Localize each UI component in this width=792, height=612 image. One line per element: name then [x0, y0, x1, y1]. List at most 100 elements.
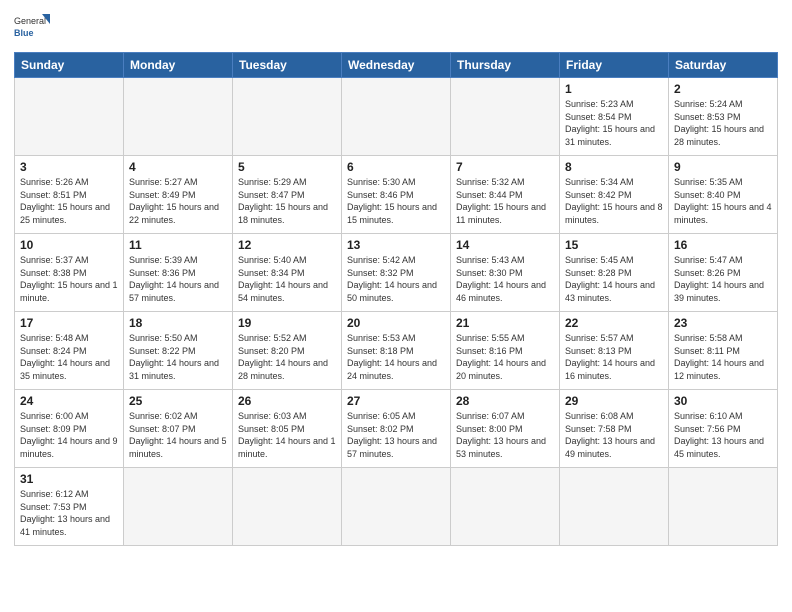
calendar-cell: 24 Sunrise: 6:00 AM Sunset: 8:09 PM Dayli…	[15, 390, 124, 468]
calendar-cell: 29Sunrise: 6:08 AM Sunset: 7:58 PM Dayli…	[560, 390, 669, 468]
calendar-header-row: SundayMondayTuesdayWednesdayThursdayFrid…	[15, 53, 778, 78]
day-header-friday: Friday	[560, 53, 669, 78]
calendar-cell	[669, 468, 778, 546]
day-number: 27	[347, 394, 445, 408]
day-header-wednesday: Wednesday	[342, 53, 451, 78]
day-info: Sunrise: 6:00 AM Sunset: 8:09 PM Dayligh…	[20, 410, 118, 460]
day-number: 28	[456, 394, 554, 408]
day-number: 17	[20, 316, 118, 330]
calendar-cell: 20 Sunrise: 5:53 AM Sunset: 8:18 PM Dayli…	[342, 312, 451, 390]
calendar-cell: 28 Sunrise: 6:07 AM Sunset: 8:00 PM Dayli…	[451, 390, 560, 468]
day-info: Sunrise: 5:35 AM Sunset: 8:40 PM Dayligh…	[674, 176, 772, 226]
day-number: 5	[238, 160, 336, 174]
calendar-cell: 4 Sunrise: 5:27 AM Sunset: 8:49 PM Daylig…	[124, 156, 233, 234]
day-number: 19	[238, 316, 336, 330]
calendar-week-row: 24 Sunrise: 6:00 AM Sunset: 8:09 PM Dayli…	[15, 390, 778, 468]
day-info: Sunrise: 5:34 AM Sunset: 8:42 PM Dayligh…	[565, 176, 663, 226]
day-info: Sunrise: 5:57 AM Sunset: 8:13 PM Dayligh…	[565, 332, 663, 382]
day-info: Sunrise: 5:43 AM Sunset: 8:30 PM Dayligh…	[456, 254, 554, 304]
calendar-cell	[451, 78, 560, 156]
day-number: 21	[456, 316, 554, 330]
day-number: 26	[238, 394, 336, 408]
day-info: Sunrise: 5:23 AM Sunset: 8:54 PM Dayligh…	[565, 98, 663, 148]
day-number: 15	[565, 238, 663, 252]
calendar-cell: 5Sunrise: 5:29 AM Sunset: 8:47 PM Daylig…	[233, 156, 342, 234]
svg-text:Blue: Blue	[14, 28, 34, 38]
day-number: 30	[674, 394, 772, 408]
calendar-cell: 18 Sunrise: 5:50 AM Sunset: 8:22 PM Dayli…	[124, 312, 233, 390]
day-number: 16	[674, 238, 772, 252]
day-info: Sunrise: 6:05 AM Sunset: 8:02 PM Dayligh…	[347, 410, 445, 460]
day-info: Sunrise: 6:10 AM Sunset: 7:56 PM Dayligh…	[674, 410, 772, 460]
calendar-cell	[342, 468, 451, 546]
day-info: Sunrise: 6:12 AM Sunset: 7:53 PM Dayligh…	[20, 488, 118, 538]
calendar-cell: 27 Sunrise: 6:05 AM Sunset: 8:02 PM Dayli…	[342, 390, 451, 468]
calendar-cell: 26Sunrise: 6:03 AM Sunset: 8:05 PM Dayli…	[233, 390, 342, 468]
day-info: Sunrise: 5:52 AM Sunset: 8:20 PM Dayligh…	[238, 332, 336, 382]
calendar-cell: 19 Sunrise: 5:52 AM Sunset: 8:20 PM Dayli…	[233, 312, 342, 390]
day-number: 4	[129, 160, 227, 174]
calendar-cell	[560, 468, 669, 546]
calendar-week-row: 1 Sunrise: 5:23 AM Sunset: 8:54 PM Daylig…	[15, 78, 778, 156]
day-header-thursday: Thursday	[451, 53, 560, 78]
day-info: Sunrise: 5:30 AM Sunset: 8:46 PM Dayligh…	[347, 176, 445, 226]
calendar-cell: 2Sunrise: 5:24 AM Sunset: 8:53 PM Daylig…	[669, 78, 778, 156]
day-header-sunday: Sunday	[15, 53, 124, 78]
day-number: 25	[129, 394, 227, 408]
day-info: Sunrise: 5:24 AM Sunset: 8:53 PM Dayligh…	[674, 98, 772, 148]
day-info: Sunrise: 5:55 AM Sunset: 8:16 PM Dayligh…	[456, 332, 554, 382]
calendar-cell	[15, 78, 124, 156]
calendar-week-row: 3Sunrise: 5:26 AM Sunset: 8:51 PM Daylig…	[15, 156, 778, 234]
logo: General Blue	[14, 10, 50, 46]
day-number: 6	[347, 160, 445, 174]
day-number: 1	[565, 82, 663, 96]
day-number: 13	[347, 238, 445, 252]
calendar-cell: 25 Sunrise: 6:02 AM Sunset: 8:07 PM Dayli…	[124, 390, 233, 468]
calendar-week-row: 10 Sunrise: 5:37 AM Sunset: 8:38 PM Dayli…	[15, 234, 778, 312]
logo-icon: General Blue	[14, 10, 50, 46]
day-info: Sunrise: 6:07 AM Sunset: 8:00 PM Dayligh…	[456, 410, 554, 460]
day-info: Sunrise: 5:45 AM Sunset: 8:28 PM Dayligh…	[565, 254, 663, 304]
calendar-cell: 8 Sunrise: 5:34 AM Sunset: 8:42 PM Daylig…	[560, 156, 669, 234]
day-number: 11	[129, 238, 227, 252]
calendar-cell: 31Sunrise: 6:12 AM Sunset: 7:53 PM Dayli…	[15, 468, 124, 546]
day-info: Sunrise: 5:42 AM Sunset: 8:32 PM Dayligh…	[347, 254, 445, 304]
day-info: Sunrise: 5:27 AM Sunset: 8:49 PM Dayligh…	[129, 176, 227, 226]
day-number: 8	[565, 160, 663, 174]
day-number: 18	[129, 316, 227, 330]
day-number: 12	[238, 238, 336, 252]
calendar-cell: 7Sunrise: 5:32 AM Sunset: 8:44 PM Daylig…	[451, 156, 560, 234]
calendar-cell: 3Sunrise: 5:26 AM Sunset: 8:51 PM Daylig…	[15, 156, 124, 234]
calendar-cell	[451, 468, 560, 546]
day-number: 24	[20, 394, 118, 408]
day-number: 20	[347, 316, 445, 330]
calendar-cell: 16Sunrise: 5:47 AM Sunset: 8:26 PM Dayli…	[669, 234, 778, 312]
calendar-cell: 6 Sunrise: 5:30 AM Sunset: 8:46 PM Daylig…	[342, 156, 451, 234]
day-info: Sunrise: 5:53 AM Sunset: 8:18 PM Dayligh…	[347, 332, 445, 382]
calendar-week-row: 31Sunrise: 6:12 AM Sunset: 7:53 PM Dayli…	[15, 468, 778, 546]
day-number: 10	[20, 238, 118, 252]
day-header-tuesday: Tuesday	[233, 53, 342, 78]
day-info: Sunrise: 5:37 AM Sunset: 8:38 PM Dayligh…	[20, 254, 118, 304]
day-info: Sunrise: 6:02 AM Sunset: 8:07 PM Dayligh…	[129, 410, 227, 460]
day-number: 23	[674, 316, 772, 330]
calendar-cell	[233, 468, 342, 546]
day-number: 3	[20, 160, 118, 174]
calendar-cell: 17 Sunrise: 5:48 AM Sunset: 8:24 PM Dayli…	[15, 312, 124, 390]
calendar-cell: 9Sunrise: 5:35 AM Sunset: 8:40 PM Daylig…	[669, 156, 778, 234]
calendar-cell: 23 Sunrise: 5:58 AM Sunset: 8:11 PM Dayli…	[669, 312, 778, 390]
calendar-cell: 22Sunrise: 5:57 AM Sunset: 8:13 PM Dayli…	[560, 312, 669, 390]
day-info: Sunrise: 5:50 AM Sunset: 8:22 PM Dayligh…	[129, 332, 227, 382]
calendar-cell: 12Sunrise: 5:40 AM Sunset: 8:34 PM Dayli…	[233, 234, 342, 312]
calendar-cell: 15 Sunrise: 5:45 AM Sunset: 8:28 PM Dayli…	[560, 234, 669, 312]
svg-text:General: General	[14, 16, 46, 26]
header: General Blue	[14, 10, 778, 46]
calendar-table: SundayMondayTuesdayWednesdayThursdayFrid…	[14, 52, 778, 546]
calendar-cell: 13 Sunrise: 5:42 AM Sunset: 8:32 PM Dayli…	[342, 234, 451, 312]
day-header-saturday: Saturday	[669, 53, 778, 78]
day-info: Sunrise: 5:58 AM Sunset: 8:11 PM Dayligh…	[674, 332, 772, 382]
calendar-cell	[124, 78, 233, 156]
day-info: Sunrise: 5:48 AM Sunset: 8:24 PM Dayligh…	[20, 332, 118, 382]
day-header-monday: Monday	[124, 53, 233, 78]
day-number: 14	[456, 238, 554, 252]
